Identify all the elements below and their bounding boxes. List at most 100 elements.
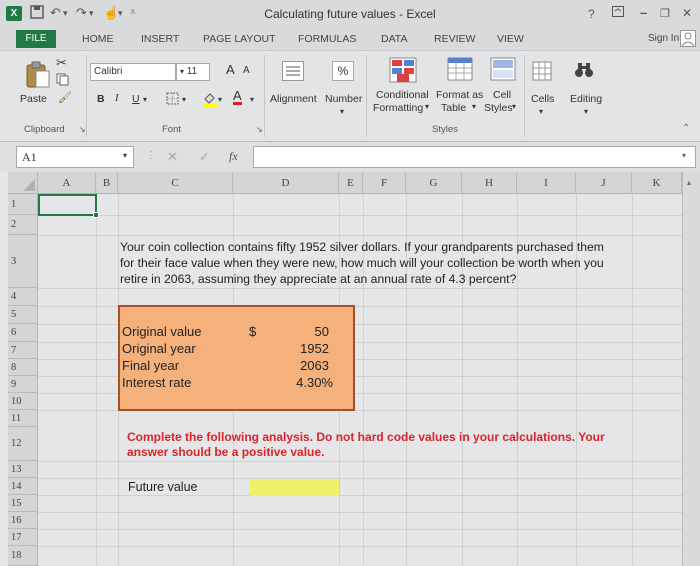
close-button[interactable]: ✕: [682, 6, 692, 20]
column-header-b[interactable]: B: [96, 172, 118, 194]
select-all-corner[interactable]: [8, 172, 38, 194]
font-color-dropdown-icon[interactable]: ▾: [250, 95, 254, 104]
font-color-icon[interactable]: A: [233, 89, 242, 105]
ribbon-display-options-icon[interactable]: [612, 6, 624, 20]
number-dropdown-icon[interactable]: ▾: [340, 107, 344, 116]
borders-dropdown-icon[interactable]: ▾: [182, 95, 186, 104]
row-header-9[interactable]: 9: [8, 376, 38, 393]
cut-icon[interactable]: ✂: [56, 55, 67, 71]
formula-bar-resize-icon[interactable]: ⋮: [146, 150, 156, 161]
name-box-dropdown-icon[interactable]: ▾: [123, 151, 127, 160]
column-header-g[interactable]: G: [406, 172, 462, 194]
font-name-box[interactable]: Calibri: [90, 63, 176, 81]
number-button[interactable]: Number: [325, 93, 362, 105]
row-header-10[interactable]: 10: [8, 393, 38, 410]
shrink-font-button[interactable]: A: [243, 65, 250, 76]
cells-dropdown-icon[interactable]: ▾: [539, 107, 543, 116]
fill-color-icon[interactable]: [202, 91, 218, 110]
format-as-table-button[interactable]: Format as: [436, 89, 483, 101]
cell-styles-dropdown-icon[interactable]: ▾: [512, 102, 516, 111]
format-as-table-dropdown-icon[interactable]: ▾: [472, 102, 476, 111]
column-header-e[interactable]: E: [339, 172, 363, 194]
vertical-scrollbar[interactable]: ▴: [682, 172, 700, 566]
spreadsheet-grid[interactable]: A B C D E F G H I J K ▴ 1 2 3 4 5 6 7 8 …: [0, 172, 700, 566]
column-header-f[interactable]: F: [363, 172, 406, 194]
font-launcher-icon[interactable]: ↘: [256, 125, 263, 134]
column-header-k[interactable]: K: [632, 172, 682, 194]
find-binoculars-icon[interactable]: [574, 61, 594, 82]
format-painter-icon[interactable]: 🖌: [58, 91, 72, 104]
column-header-j[interactable]: J: [576, 172, 632, 194]
tab-insert[interactable]: INSERT: [141, 33, 179, 45]
tab-data[interactable]: DATA: [381, 33, 407, 45]
conditional-formatting-button[interactable]: Conditional: [376, 89, 429, 101]
underline-dropdown-icon[interactable]: ▾: [143, 95, 147, 104]
row-header-12[interactable]: 12: [8, 427, 38, 461]
collapse-ribbon-icon[interactable]: ⌃: [682, 123, 690, 134]
tab-formulas[interactable]: FORMULAS: [298, 33, 356, 45]
underline-button[interactable]: U: [132, 93, 140, 105]
tab-home[interactable]: HOME: [82, 33, 114, 45]
original-value-cell[interactable]: 50: [315, 324, 329, 339]
italic-button[interactable]: I: [115, 93, 119, 104]
column-header-d[interactable]: D: [233, 172, 339, 194]
fill-color-dropdown-icon[interactable]: ▾: [218, 95, 222, 104]
cell-styles-icon[interactable]: [490, 57, 516, 84]
insert-function-icon[interactable]: fx: [229, 149, 238, 164]
cancel-entry-icon[interactable]: ✕: [167, 149, 178, 165]
tab-file[interactable]: FILE: [16, 30, 56, 48]
interest-rate-cell[interactable]: 4.30%: [296, 375, 333, 390]
font-size-box[interactable]: ▾ 11: [176, 63, 210, 81]
selected-cell-a1[interactable]: [38, 194, 99, 218]
final-year-cell[interactable]: 2063: [300, 358, 329, 373]
row-header-13[interactable]: 13: [8, 461, 38, 478]
name-box[interactable]: A1 ▾: [16, 146, 134, 168]
paste-button[interactable]: Paste: [20, 93, 47, 105]
font-size-dropdown-icon[interactable]: ▾: [180, 67, 184, 76]
conditional-formatting-dropdown-icon[interactable]: ▾: [425, 102, 429, 111]
row-header-7[interactable]: 7: [8, 342, 38, 359]
sign-in-link[interactable]: Sign In: [648, 33, 679, 44]
alignment-icon[interactable]: [282, 61, 304, 84]
bold-button[interactable]: B: [97, 93, 105, 105]
cells-button[interactable]: Cells: [531, 93, 554, 105]
row-header-4[interactable]: 4: [8, 288, 38, 306]
grow-font-button[interactable]: A: [226, 62, 235, 77]
minimize-button[interactable]: –: [640, 5, 647, 20]
conditional-formatting-icon[interactable]: [389, 57, 417, 86]
editing-dropdown-icon[interactable]: ▾: [584, 107, 588, 116]
future-value-answer-cell[interactable]: [250, 479, 339, 496]
row-header-1[interactable]: 1: [8, 194, 38, 215]
row-header-16[interactable]: 16: [8, 512, 38, 529]
tab-page-layout[interactable]: PAGE LAYOUT: [203, 33, 276, 45]
row-header-5[interactable]: 5: [8, 306, 38, 324]
row-header-15[interactable]: 15: [8, 495, 38, 512]
row-header-11[interactable]: 11: [8, 410, 38, 427]
editing-button[interactable]: Editing: [570, 93, 602, 105]
copy-icon[interactable]: [56, 73, 69, 89]
scroll-up-icon[interactable]: ▴: [687, 178, 691, 187]
expand-formula-bar-icon[interactable]: ▾: [682, 151, 686, 160]
user-avatar-icon[interactable]: [680, 30, 696, 47]
column-header-i[interactable]: I: [517, 172, 576, 194]
row-header-6[interactable]: 6: [8, 324, 38, 342]
column-header-h[interactable]: H: [462, 172, 517, 194]
column-header-c[interactable]: C: [118, 172, 233, 194]
enter-entry-icon[interactable]: ✓: [199, 149, 210, 165]
tab-view[interactable]: VIEW: [497, 33, 524, 45]
formula-input[interactable]: [253, 146, 696, 168]
row-header-2[interactable]: 2: [8, 215, 38, 235]
restore-button[interactable]: ❐: [660, 7, 670, 20]
alignment-button[interactable]: Alignment: [270, 93, 317, 105]
row-header-17[interactable]: 17: [8, 529, 38, 546]
clipboard-launcher-icon[interactable]: ↘: [79, 125, 86, 134]
cells-icon[interactable]: [532, 61, 552, 84]
borders-icon[interactable]: [166, 92, 179, 108]
tab-review[interactable]: REVIEW: [434, 33, 475, 45]
original-year-cell[interactable]: 1952: [300, 341, 329, 356]
paste-icon[interactable]: [24, 61, 50, 92]
row-header-8[interactable]: 8: [8, 359, 38, 376]
format-as-table-icon[interactable]: [447, 57, 473, 84]
row-header-14[interactable]: 14: [8, 478, 38, 495]
number-format-icon[interactable]: %: [332, 61, 354, 81]
